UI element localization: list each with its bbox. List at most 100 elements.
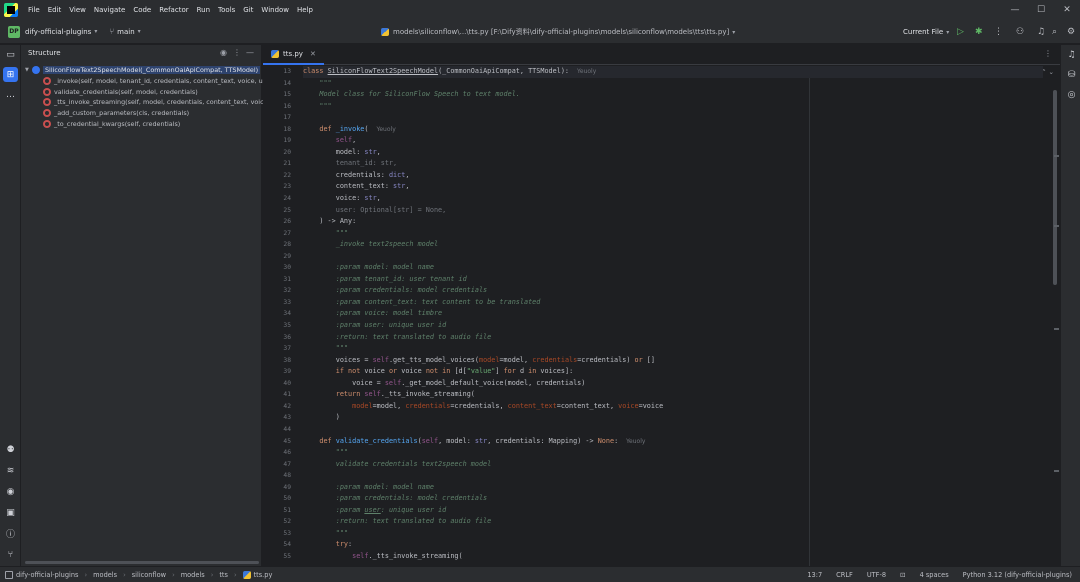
maximize-button[interactable]: ☐ <box>1028 5 1054 15</box>
code-line[interactable] <box>303 251 1043 263</box>
code-line[interactable]: ) <box>303 412 1043 424</box>
code-line[interactable]: :param content_text: text content to be … <box>303 297 1043 309</box>
menu-view[interactable]: View <box>69 6 86 14</box>
database-icon[interactable]: ⛁ <box>1064 67 1079 82</box>
branch-selector[interactable]: ⑂ main ▾ <box>109 27 140 36</box>
chevron-down-icon[interactable]: ▼ <box>25 67 32 73</box>
close-button[interactable]: ✕ <box>1054 5 1080 15</box>
code-line[interactable]: def _invoke(Yeuoly <box>303 124 1043 136</box>
project-badge[interactable]: DP <box>8 25 20 38</box>
code-line[interactable]: class SiliconFlowText2SpeechModel(_Commo… <box>303 66 1043 78</box>
menu-git[interactable]: Git <box>243 6 253 14</box>
search-icon[interactable]: ⌕ <box>1052 25 1057 39</box>
code-line[interactable] <box>303 112 1043 124</box>
file-encoding[interactable]: UTF-8 <box>867 571 886 579</box>
caret-position[interactable]: 13:7 <box>807 571 822 579</box>
menu-code[interactable]: Code <box>133 6 151 14</box>
code-line[interactable]: return self._tts_invoke_streaming( <box>303 389 1043 401</box>
code-line[interactable]: Model class for SiliconFlow Speech to te… <box>303 89 1043 101</box>
more-icon[interactable]: ⋮ <box>1044 49 1052 58</box>
code-line[interactable]: _invoke text2speech model <box>303 239 1043 251</box>
code-line[interactable]: :param model: model name <box>303 482 1043 494</box>
eye-icon[interactable]: ◉ <box>220 48 227 57</box>
ai-assistant-icon[interactable]: ◎ <box>1064 87 1079 102</box>
problems-icon[interactable]: ⓘ <box>3 526 18 541</box>
code-line[interactable]: """ <box>303 447 1043 459</box>
code-line[interactable] <box>303 470 1043 482</box>
code-line[interactable]: self, <box>303 135 1043 147</box>
code-line[interactable]: model: str, <box>303 147 1043 159</box>
code-line[interactable]: :param voice: model timbre <box>303 308 1043 320</box>
indent-setting[interactable]: 4 spaces <box>920 571 949 579</box>
app-logo-icon[interactable] <box>4 3 18 17</box>
run-icon[interactable]: ▷ <box>957 25 964 39</box>
code-line[interactable]: self._tts_invoke_streaming( <box>303 551 1043 563</box>
close-icon[interactable]: ✕ <box>310 50 316 58</box>
code-line[interactable]: :return: text translated to audio file <box>303 516 1043 528</box>
error-stripe-mark[interactable] <box>1054 328 1059 330</box>
more-icon[interactable]: ⋮ <box>233 48 241 57</box>
services-icon[interactable]: ◉ <box>3 484 18 499</box>
folder-icon[interactable]: ▭ <box>3 47 18 62</box>
tree-method-node[interactable]: _invoke(self, model, tenant_id, credenti… <box>21 76 273 87</box>
minimize-button[interactable]: — <box>1002 5 1028 15</box>
code-line[interactable] <box>303 424 1043 436</box>
code-line[interactable]: def validate_credentials(self, model: st… <box>303 436 1043 448</box>
structure-icon[interactable]: ⊞ <box>3 67 18 82</box>
menu-help[interactable]: Help <box>297 6 313 14</box>
code-line[interactable]: :param credentials: model credentials <box>303 493 1043 505</box>
menu-edit[interactable]: Edit <box>48 6 62 14</box>
code-line[interactable]: validate credentials text2speech model <box>303 459 1043 471</box>
more-icon[interactable]: ⋮ <box>994 25 1003 39</box>
tree-class-node[interactable]: ▼ SiliconFlowText2SpeechModel(_CommonOai… <box>21 65 262 76</box>
settings-icon[interactable]: ⚙ <box>1067 25 1075 39</box>
breadcrumb-item[interactable]: tts <box>219 571 228 579</box>
code-line[interactable]: tenant_id: str, <box>303 158 1043 170</box>
code-line[interactable]: :param credentials: model credentials <box>303 285 1043 297</box>
code-line[interactable]: ) -> Any: <box>303 216 1043 228</box>
error-stripe-mark[interactable] <box>1054 225 1059 227</box>
code-line[interactable]: :return: text translated to audio file <box>303 332 1043 344</box>
code-line[interactable]: credentials: dict, <box>303 170 1043 182</box>
project-name[interactable]: dify-official-plugins <box>25 28 91 36</box>
tree-method-node[interactable]: _to_credential_kwargs(self, credentials) <box>21 118 262 129</box>
code-line[interactable]: if not voice or voice not in [d["value"]… <box>303 366 1043 378</box>
breadcrumb-item[interactable]: siliconflow <box>132 571 166 579</box>
code-line[interactable]: """ <box>303 343 1043 355</box>
error-stripe-mark[interactable] <box>1054 155 1059 157</box>
run-config-selector[interactable]: Current File ▾ <box>903 20 949 44</box>
account-icon[interactable]: ⚇ <box>1016 25 1024 39</box>
menu-run[interactable]: Run <box>197 6 210 14</box>
breadcrumb-item[interactable]: models <box>181 571 205 579</box>
breadcrumb-item[interactable]: dify-official-plugins <box>16 571 78 579</box>
tree-method-node[interactable]: _add_custom_parameters(cls, credentials) <box>21 108 262 119</box>
code-line[interactable]: :param tenant_id: user tenant id <box>303 274 1043 286</box>
layers-icon[interactable]: ≋ <box>3 463 18 478</box>
minimize-panel-icon[interactable]: — <box>246 48 254 57</box>
code-line[interactable]: voice = self._get_model_default_voice(mo… <box>303 378 1043 390</box>
code-line[interactable]: content_text: str, <box>303 181 1043 193</box>
menu-file[interactable]: File <box>28 6 40 14</box>
code-line[interactable]: user: Optional[str] = None, <box>303 205 1043 217</box>
file-path-selector[interactable]: models\siliconflow\...\tts.py [F:\Dify资料… <box>381 20 735 44</box>
code-line[interactable]: voices = self.get_tts_model_voices(model… <box>303 355 1043 367</box>
menu-refactor[interactable]: Refactor <box>159 6 188 14</box>
code-line[interactable]: :param user: unique user id <box>303 320 1043 332</box>
horizontal-scrollbar[interactable] <box>25 561 259 564</box>
notifications-icon[interactable]: ♫ <box>1037 25 1045 39</box>
git-icon[interactable]: ⑂ <box>3 547 18 562</box>
debug-icon[interactable]: ✱ <box>975 25 983 39</box>
python-interpreter[interactable]: Python 3.12 (dify-official-plugins) <box>963 571 1072 579</box>
tree-method-node[interactable]: validate_credentials(self, model, creden… <box>21 86 262 97</box>
lock-icon[interactable]: ⊡ <box>900 571 906 579</box>
code-line[interactable]: :param user: unique user id <box>303 505 1043 517</box>
terminal-icon[interactable]: ▣ <box>3 505 18 520</box>
more-tools-icon[interactable]: … <box>3 87 18 102</box>
menu-navigate[interactable]: Navigate <box>94 6 125 14</box>
line-ending[interactable]: CRLF <box>836 571 853 579</box>
menu-tools[interactable]: Tools <box>218 6 235 14</box>
code-line[interactable]: model=model, credentials=credentials, co… <box>303 401 1043 413</box>
tree-method-node[interactable]: _tts_invoke_streaming(self, model, crede… <box>21 97 270 108</box>
notifications-icon[interactable]: ♫ <box>1064 47 1079 62</box>
code-line[interactable]: :param model: model name <box>303 262 1043 274</box>
